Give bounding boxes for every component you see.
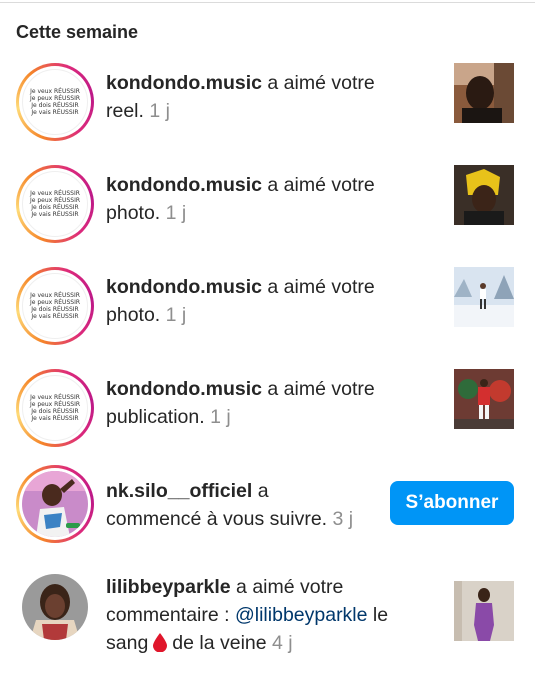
post-thumbnail[interactable] [454,267,514,327]
avatar-story-ring[interactable]: Je veux RÉUSSIR Je peux RÉUSSIR Je dois … [16,369,94,447]
avatar-text-line: Je vais RÉUSSIR [31,211,79,218]
action-text: photo. [106,304,161,326]
timestamp: 1 j [149,100,170,122]
avatar-text-line: Je peux RÉUSSIR [29,401,81,408]
avatar-text-line: Je vais RÉUSSIR [31,313,79,320]
username-link[interactable]: lilibbeyparkle [106,576,231,598]
post-thumbnail[interactable] [454,581,514,641]
timestamp: 3 j [332,508,354,530]
post-thumbnail[interactable] [454,165,514,225]
notification-text: kondondo.music a aimé votre reel. 1 j [106,69,375,125]
timestamp: 4 j [272,632,293,654]
avatar: Je veux RÉUSSIR Je peux RÉUSSIR Je dois … [22,273,88,339]
avatar-text-line: Je dois RÉUSSIR [31,102,79,109]
avatar-story-ring[interactable]: Je veux RÉUSSIR Je peux RÉUSSIR Je dois … [16,63,94,141]
avatar-text-line: Je veux RÉUSSIR [30,88,80,95]
avatar: Je veux RÉUSSIR Je peux RÉUSSIR Je dois … [22,69,88,135]
avatar-text-line: Je veux RÉUSSIR [30,292,80,299]
avatar[interactable] [22,574,88,640]
avatar: Je veux RÉUSSIR Je peux RÉUSSIR Je dois … [22,171,88,237]
avatar-text-line: Je peux RÉUSSIR [29,197,81,204]
post-thumbnail[interactable] [454,63,514,123]
action-text: commencé à vous suivre. [106,508,328,530]
avatar-text-line: Je veux RÉUSSIR [30,394,80,401]
timestamp: 1 j [210,406,231,428]
action-text: publication. [106,406,205,428]
timestamp: 1 j [165,202,187,224]
action-text: commentaire : [106,604,230,626]
notification-text: nk.silo__officiel a commencé à vous suiv… [106,477,353,533]
avatar-text-line: Je peux RÉUSSIR [29,299,81,306]
action-text: photo. [106,202,161,224]
notification-text: lilibbeyparkle a aimé votre commentaire … [106,573,388,657]
action-text: reel. [106,100,144,122]
avatar-story-ring[interactable]: Je veux RÉUSSIR Je peux RÉUSSIR Je dois … [16,267,94,345]
mention-link[interactable]: @lilibbeyparkle [235,604,368,626]
avatar-text-line: Je veux RÉUSSIR [30,190,80,197]
username-link[interactable]: kondondo.music [106,174,262,196]
action-text: a aimé votre [262,378,375,400]
username-link[interactable]: kondondo.music [106,72,262,94]
username-link[interactable]: nk.silo__officiel [106,480,252,502]
avatar-text-line: Je peux RÉUSSIR [29,95,81,102]
top-divider [0,2,535,3]
avatar [22,471,88,537]
username-link[interactable]: kondondo.music [106,378,262,400]
action-text: a aimé votre [262,174,375,196]
avatar-text-line: Je dois RÉUSSIR [31,204,79,211]
action-text: a aimé votre [262,276,375,298]
action-text: a [252,480,269,502]
action-text: le [367,604,389,626]
notification-text: kondondo.music a aimé votre photo. 1 j [106,273,375,329]
notification-text: kondondo.music a aimé votre publication.… [106,375,375,431]
follow-button[interactable]: S’abonner [390,481,514,525]
timestamp: 1 j [165,304,187,326]
notification-text: kondondo.music a aimé votre photo. 1 j [106,171,375,227]
section-title: Cette semaine [16,22,139,42]
post-thumbnail[interactable] [454,369,514,429]
avatar-text-line: Je dois RÉUSSIR [31,408,79,415]
avatar: Je veux RÉUSSIR Je peux RÉUSSIR Je dois … [22,375,88,441]
avatar-story-ring[interactable]: Je veux RÉUSSIR Je peux RÉUSSIR Je dois … [16,165,94,243]
username-link[interactable]: kondondo.music [106,276,262,298]
avatar-text-line: Je dois RÉUSSIR [31,306,79,313]
action-text: de la veine [172,632,267,654]
avatar-text-line: Je vais RÉUSSIR [31,415,79,422]
action-text: a aimé votre [262,72,375,94]
action-text: a aimé votre [230,576,344,598]
blood-drop-icon [153,633,168,652]
avatar-text-line: Je vais RÉUSSIR [31,109,79,116]
action-text: sang [106,632,149,654]
avatar-story-ring[interactable] [16,465,94,543]
